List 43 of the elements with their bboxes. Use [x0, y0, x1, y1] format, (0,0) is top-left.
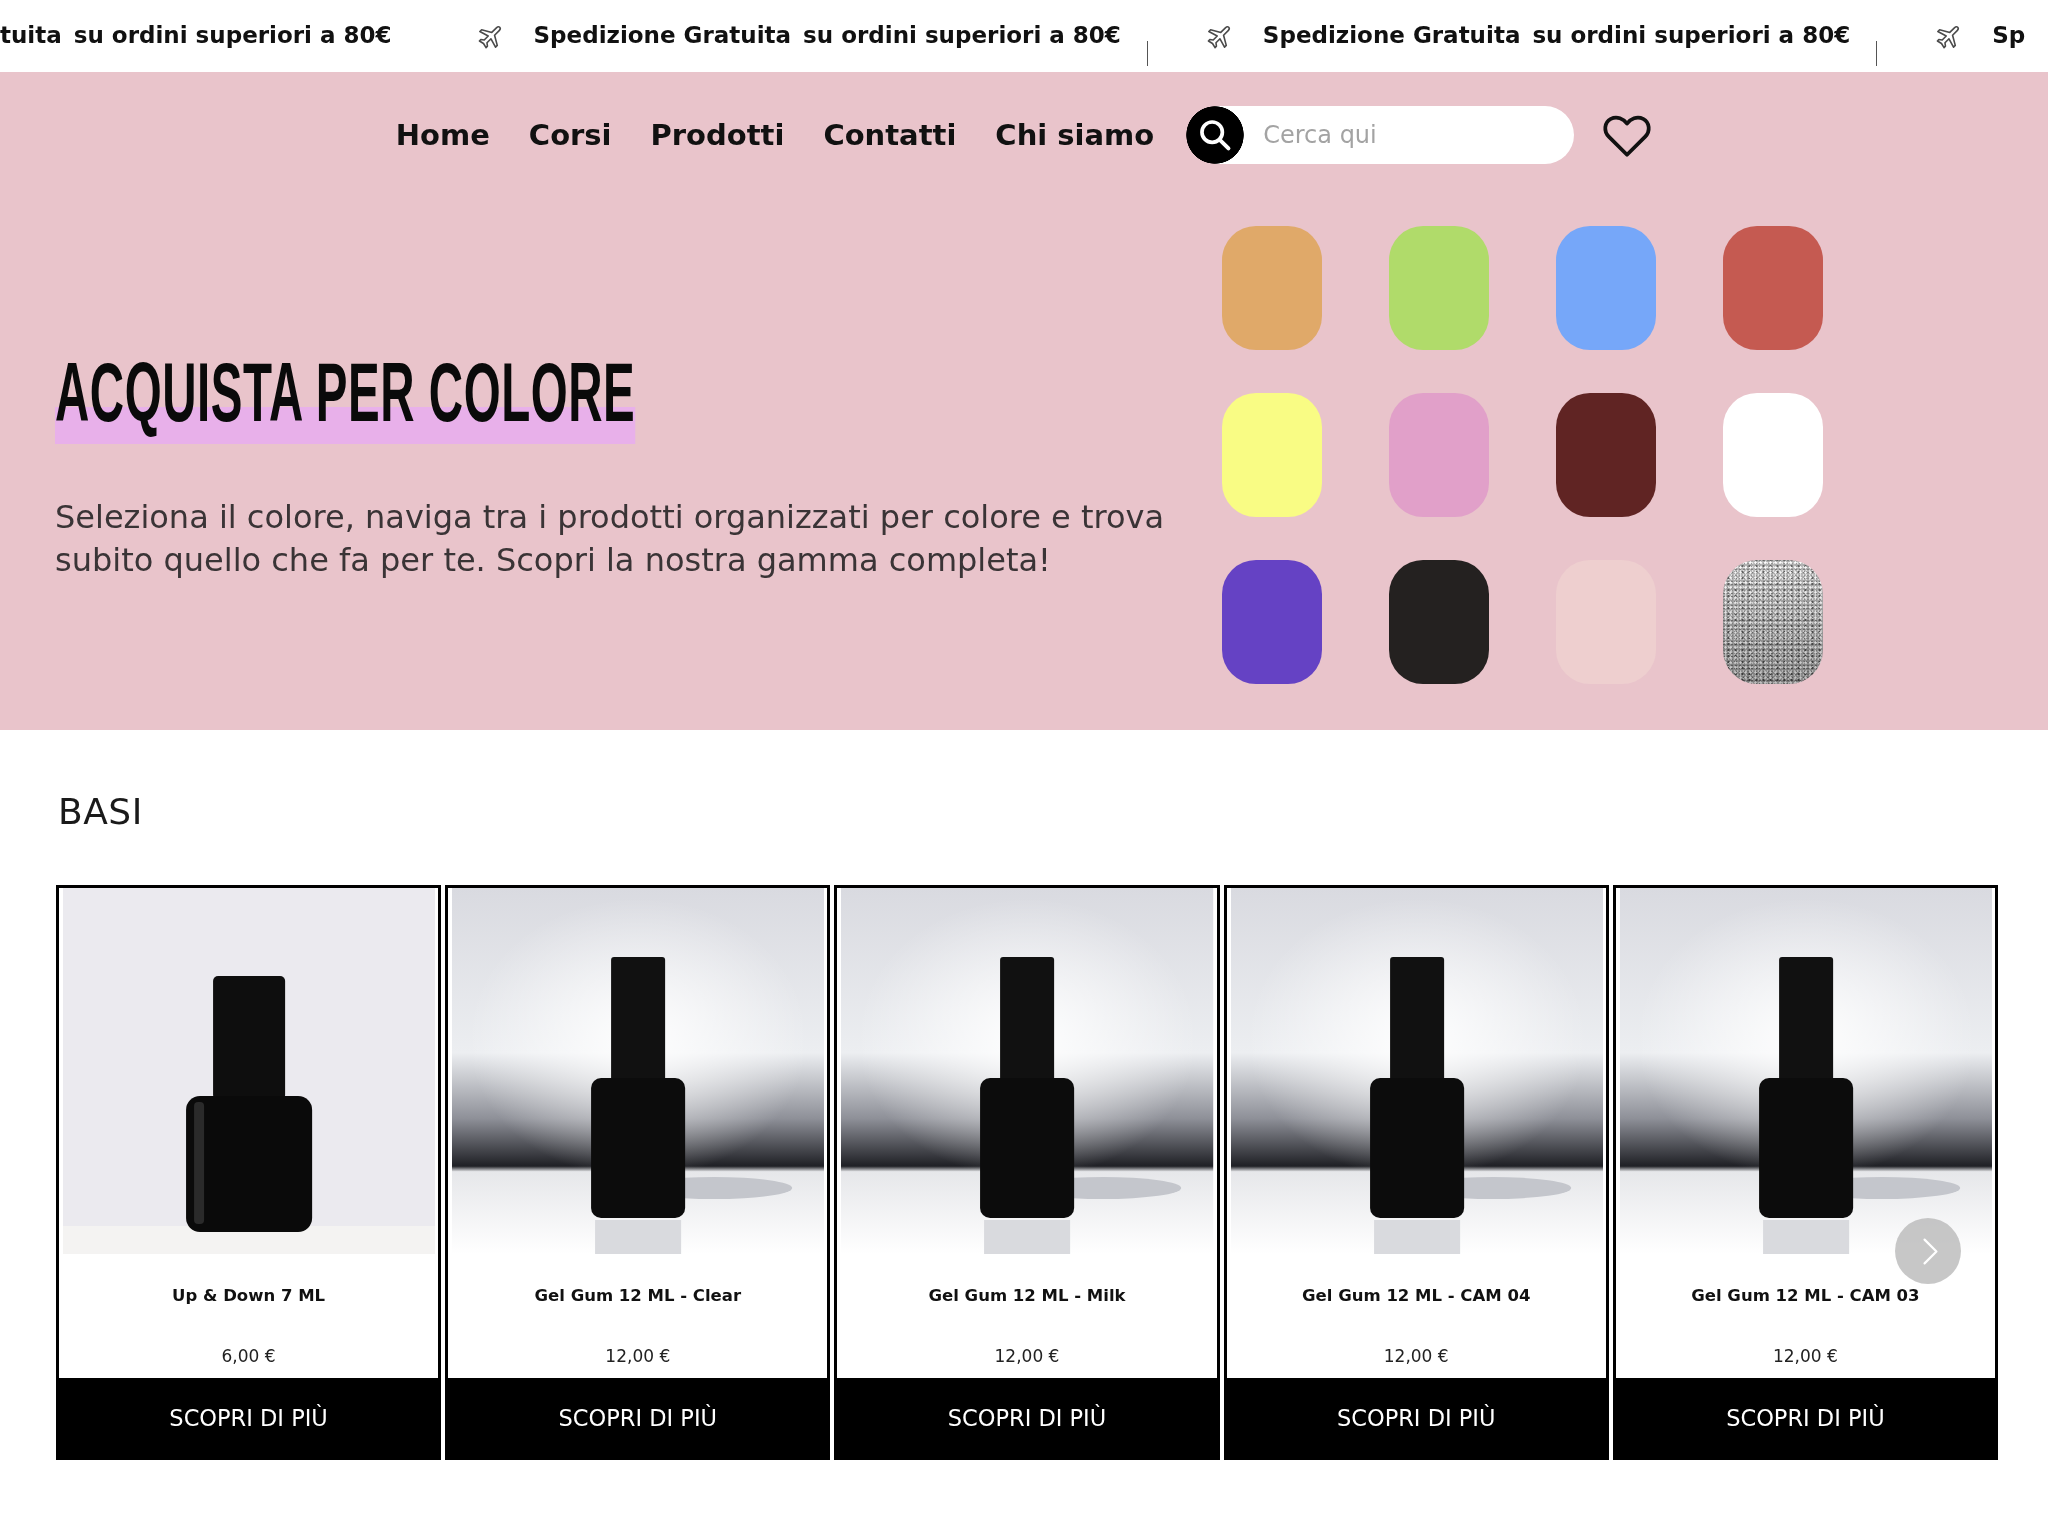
announcement-headline: Spedizione Gratuita — [1262, 21, 1521, 50]
color-swatch[interactable] — [1389, 226, 1489, 350]
chevron-right-icon — [1921, 1236, 1939, 1266]
color-swatch[interactable] — [1389, 560, 1489, 684]
announcement-headline: Sp — [1992, 21, 2026, 50]
product-title: Gel Gum 12 ML - CAM 04 — [1301, 1285, 1532, 1307]
announcement-text: su ordini superiori a 80€ — [1532, 21, 1851, 50]
announcement-text: su ordini superiori a 80€ — [73, 21, 392, 50]
nav-link[interactable]: Contatti — [823, 117, 957, 153]
product-price: 12,00 € — [1771, 1345, 1839, 1368]
nav-link[interactable]: Chi siamo — [995, 117, 1155, 153]
announcement-text: su ordini superiori a 80€ — [803, 21, 1121, 50]
product-price: 12,00 € — [993, 1345, 1061, 1368]
section-title: BASI — [58, 791, 143, 833]
learn-more-button[interactable]: SCOPRI DI PIÙ — [59, 1378, 439, 1457]
product-title: Gel Gum 12 ML - Clear — [533, 1285, 743, 1307]
nav-link[interactable]: Corsi — [528, 117, 612, 153]
product-title: Up & Down 7 ML — [171, 1285, 327, 1307]
learn-more-button[interactable]: SCOPRI DI PIÙ — [837, 1378, 1217, 1457]
color-swatch[interactable] — [1222, 393, 1322, 517]
nav-link[interactable]: Prodotti — [650, 117, 785, 153]
learn-more-button[interactable]: SCOPRI DI PIÙ — [448, 1378, 828, 1457]
product-price: 6,00 € — [220, 1345, 277, 1368]
color-swatch[interactable] — [1222, 560, 1322, 684]
color-swatch[interactable] — [1389, 393, 1489, 517]
color-swatch[interactable] — [1723, 226, 1823, 350]
learn-more-button[interactable]: SCOPRI DI PIÙ — [1226, 1378, 1606, 1457]
product-title: Gel Gum 12 ML - Milk — [927, 1285, 1127, 1307]
nav-link[interactable]: Home — [395, 117, 490, 153]
product-price: 12,00 € — [604, 1345, 672, 1368]
color-swatch[interactable] — [1556, 393, 1656, 517]
color-swatch[interactable] — [1222, 226, 1322, 350]
product-price: 12,00 € — [1382, 1345, 1450, 1368]
color-swatch[interactable] — [1556, 226, 1656, 350]
product-title: Gel Gum 12 ML - CAM 03 — [1690, 1285, 1921, 1307]
announcement-headline: Spedizione Gratuita — [533, 21, 792, 50]
learn-more-button[interactable]: SCOPRI DI PIÙ — [1615, 1378, 1995, 1457]
announcement-headline: tuita — [0, 21, 62, 50]
hero-description: Seleziona il colore, naviga tra i prodotti organizzati per colore e trova subito quello che fa per te. Scopri la nostra gamma completa! — [55, 497, 1166, 581]
glitter-swatch[interactable] — [1723, 560, 1823, 684]
search-field[interactable]: Cerca qui — [1244, 106, 1575, 164]
search-icon — [1198, 118, 1233, 152]
color-swatch[interactable] — [1723, 393, 1823, 517]
